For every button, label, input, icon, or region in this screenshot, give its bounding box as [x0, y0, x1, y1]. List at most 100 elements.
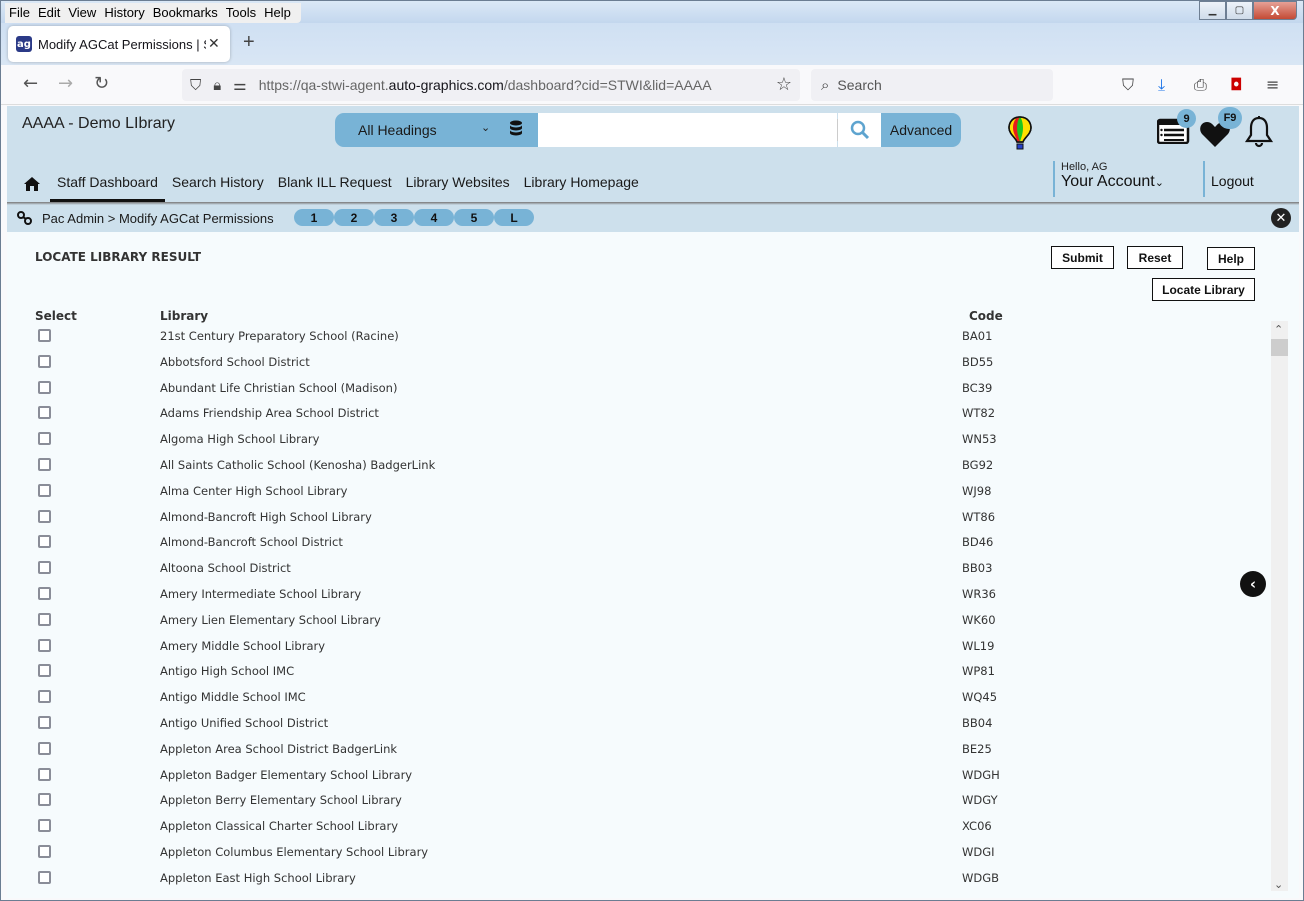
- minimize-button[interactable]: ▁: [1199, 1, 1226, 20]
- row-select-checkbox[interactable]: [38, 380, 51, 394]
- greeting-text: Hello, AG: [1061, 161, 1108, 173]
- search-scope-select[interactable]: All Headings ⌄: [335, 113, 538, 147]
- row-select-checkbox[interactable]: [38, 638, 51, 652]
- reload-icon[interactable]: ↻: [94, 73, 109, 94]
- back-icon[interactable]: ←: [23, 73, 38, 94]
- row-select-checkbox[interactable]: [38, 844, 51, 858]
- library-name-cell: Appleton Area School District BadgerLink: [160, 741, 398, 756]
- row-select-checkbox[interactable]: [38, 664, 51, 678]
- row-select-checkbox[interactable]: [38, 741, 51, 755]
- menu-history[interactable]: History: [100, 3, 148, 23]
- breadcrumb-bar: Pac Admin > Modify AGCat Permissions 1 2…: [7, 205, 1299, 232]
- library-code-cell: WT86: [962, 509, 996, 524]
- menu-tools[interactable]: Tools: [222, 3, 260, 23]
- step-pill-1[interactable]: 1: [294, 209, 334, 226]
- submit-button[interactable]: Submit: [1051, 246, 1114, 269]
- row-select-checkbox[interactable]: [38, 586, 51, 600]
- notifications-bell-icon[interactable]: [1244, 115, 1274, 153]
- menu-view[interactable]: View: [64, 3, 100, 23]
- bookmark-star-icon[interactable]: ☆: [776, 74, 792, 95]
- library-code-cell: BG92: [962, 457, 994, 472]
- maximize-button[interactable]: ▢: [1226, 1, 1253, 20]
- url-bar[interactable]: ⛉ 🔒︎ ⚌ https://qa-stwi-agent.auto-graphi…: [182, 69, 800, 101]
- hamburger-menu-icon[interactable]: ≡: [1266, 75, 1279, 94]
- scroll-up-icon[interactable]: ⌃: [1274, 323, 1283, 336]
- step-pill-4[interactable]: 4: [414, 209, 454, 226]
- row-select-checkbox[interactable]: [38, 561, 51, 575]
- pocket-icon[interactable]: ⛉: [1122, 75, 1134, 95]
- nav-library-websites[interactable]: Library Websites: [399, 168, 517, 202]
- table-row: Appleton Classical Charter School Librar…: [7, 814, 1269, 840]
- catalog-search-input[interactable]: [537, 113, 838, 147]
- row-select-checkbox[interactable]: [38, 406, 51, 420]
- magnifier-icon: [850, 120, 869, 140]
- lock-icon[interactable]: 🔒︎: [213, 76, 221, 94]
- favicon-icon: ag: [16, 36, 32, 52]
- scroll-down-icon[interactable]: ⌄: [1274, 878, 1283, 891]
- menu-file[interactable]: File: [5, 3, 34, 23]
- step-pill-5[interactable]: 5: [454, 209, 494, 226]
- step-pill-3[interactable]: 3: [374, 209, 414, 226]
- step-pill-2[interactable]: 2: [334, 209, 374, 226]
- advanced-search-button[interactable]: Advanced: [881, 113, 961, 147]
- close-tab-icon[interactable]: ✕: [208, 36, 220, 52]
- extension-icon[interactable]: ◘: [1230, 75, 1243, 94]
- reset-button[interactable]: Reset: [1127, 246, 1183, 269]
- row-select-checkbox[interactable]: [38, 870, 51, 884]
- table-row: Altoona School District BB03: [7, 556, 1269, 582]
- help-button[interactable]: Help: [1207, 247, 1255, 270]
- nav-staff-dashboard[interactable]: Staff Dashboard: [50, 168, 165, 202]
- hot-air-balloon-icon[interactable]: [1007, 116, 1033, 154]
- locate-library-button[interactable]: Locate Library: [1152, 278, 1255, 301]
- library-name: AAAA - Demo LIbrary: [22, 115, 175, 132]
- library-code-cell: BB03: [962, 561, 993, 576]
- row-select-checkbox[interactable]: [38, 329, 51, 342]
- new-tab-icon[interactable]: +: [243, 31, 255, 54]
- collapse-side-panel-icon[interactable]: ‹: [1240, 571, 1266, 597]
- row-select-checkbox[interactable]: [38, 483, 51, 497]
- row-select-checkbox[interactable]: [38, 767, 51, 781]
- nav-library-homepage[interactable]: Library Homepage: [517, 168, 646, 202]
- download-icon[interactable]: ⤓: [1158, 75, 1165, 95]
- your-account-dropdown[interactable]: Your Account⌄: [1061, 173, 1164, 191]
- permissions-icon[interactable]: ⚌: [233, 76, 246, 94]
- row-select-checkbox[interactable]: [38, 354, 51, 368]
- row-select-checkbox[interactable]: [38, 535, 51, 549]
- table-row: Amery Intermediate School Library WR36: [7, 582, 1269, 608]
- table-row: Appleton Area School District BadgerLink…: [7, 737, 1269, 763]
- row-select-checkbox[interactable]: [38, 612, 51, 626]
- row-select-checkbox[interactable]: [38, 715, 51, 729]
- library-code-cell: WDGI: [962, 844, 995, 859]
- logout-link[interactable]: Logout: [1203, 161, 1254, 197]
- account-menu[interactable]: Hello, AG Your Account⌄: [1053, 161, 1164, 197]
- shield-icon[interactable]: ⛉: [190, 76, 201, 94]
- nav-search-history[interactable]: Search History: [165, 168, 271, 202]
- search-button[interactable]: [838, 113, 882, 147]
- browser-search-bar[interactable]: ⌕ Search: [811, 69, 1053, 101]
- nav-blank-ill-request[interactable]: Blank ILL Request: [271, 168, 399, 202]
- row-select-checkbox[interactable]: [38, 432, 51, 446]
- window-controls: ▁ ▢ X: [1199, 1, 1297, 20]
- library-code-cell: WR36: [962, 586, 996, 601]
- menu-help[interactable]: Help: [260, 3, 295, 23]
- close-window-button[interactable]: X: [1253, 1, 1297, 20]
- row-select-checkbox[interactable]: [38, 690, 51, 704]
- menu-edit[interactable]: Edit: [34, 3, 64, 23]
- print-icon[interactable]: ⎙: [1194, 75, 1207, 95]
- close-panel-icon[interactable]: ✕: [1271, 208, 1291, 228]
- row-select-checkbox[interactable]: [38, 457, 51, 471]
- row-select-checkbox[interactable]: [38, 793, 51, 807]
- forward-icon[interactable]: →: [58, 73, 73, 94]
- home-icon[interactable]: [24, 176, 40, 195]
- step-pill-l[interactable]: L: [494, 209, 534, 226]
- list-scrollbar[interactable]: ⌃ ⌄: [1271, 321, 1288, 891]
- column-header-library: Library: [160, 309, 209, 323]
- menu-bookmarks[interactable]: Bookmarks: [149, 3, 222, 23]
- library-name-cell: Amery Middle School Library: [160, 638, 326, 653]
- row-select-checkbox[interactable]: [38, 819, 51, 833]
- database-icon[interactable]: [509, 120, 523, 142]
- browser-tab-active[interactable]: ag Modify AGCat Permissions | STWI ✕: [8, 26, 230, 62]
- tab-strip: ag Modify AGCat Permissions | STWI ✕ +: [1, 23, 1303, 65]
- scroll-thumb[interactable]: [1271, 339, 1288, 356]
- row-select-checkbox[interactable]: [38, 509, 51, 523]
